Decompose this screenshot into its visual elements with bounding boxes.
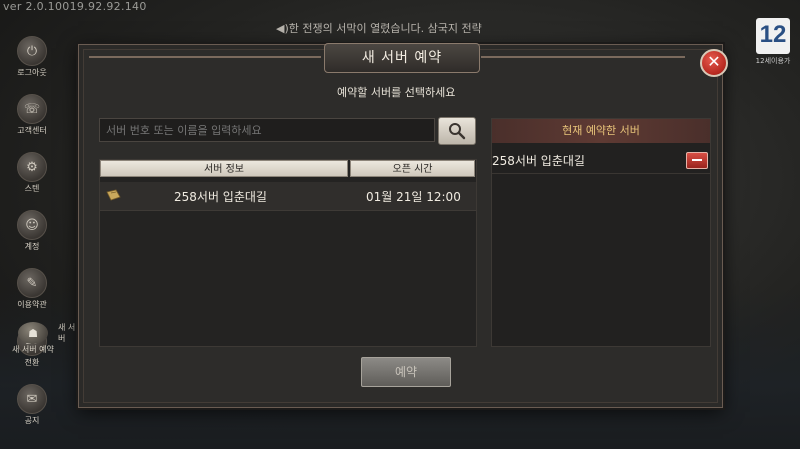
settings-icon: ⚙ <box>17 152 47 182</box>
age-rating-badge: 12 12세이용가 <box>752 18 794 65</box>
side-item-label: 공지 <box>24 416 40 425</box>
close-icon: ✕ <box>707 52 721 71</box>
column-header-open-time: 오픈 시간 <box>350 160 475 177</box>
ticket-icon <box>106 189 121 201</box>
title-rule-right <box>481 56 685 58</box>
age-rating-caption: 12세이용가 <box>755 57 791 65</box>
side-item-label: 스텐 <box>24 184 40 193</box>
notice-ticker: ◀)한 전쟁의 서막이 열렸습니다. 삼국지 전략 <box>276 22 482 35</box>
side-item-settings[interactable]: ⚙ 스텐 <box>8 152 56 204</box>
server-name: 258서버 입춘대길 <box>174 190 267 204</box>
server-row[interactable]: 258서버 입춘대길 01월 21일 12:00 <box>100 182 476 211</box>
close-button[interactable]: ✕ <box>700 49 728 77</box>
age-rating-box: 12 <box>756 18 790 54</box>
notice-icon: ✉ <box>17 384 47 414</box>
side-item-label: 로그아웃 <box>17 68 47 77</box>
terms-icon: ✎ <box>17 268 47 298</box>
side-item-label: 계정 <box>24 242 40 251</box>
support-icon: ☏ <box>17 94 47 124</box>
dialog-subtitle: 예약할 서버를 선택하세요 <box>337 86 456 99</box>
search-icon <box>449 123 466 140</box>
new-server-label: 새 서버 <box>58 323 76 343</box>
side-item-label: 이용약관 <box>17 300 47 309</box>
side-item-logout[interactable]: ⏻ 로그아웃 <box>8 36 56 88</box>
account-icon: ☺ <box>17 210 47 240</box>
side-item-label: 전환 <box>24 358 40 367</box>
new-server-icon: ☗ <box>18 322 48 344</box>
remove-reservation-button[interactable] <box>686 152 708 169</box>
side-item-support[interactable]: ☏ 고객센터 <box>8 94 56 146</box>
server-search-input[interactable] <box>99 118 435 142</box>
reserved-server-panel: 현재 예약한 서버 258서버 입춘대길 <box>491 118 711 347</box>
age-rating-number: 12 <box>759 21 787 48</box>
side-item-account[interactable]: ☺ 계정 <box>8 210 56 262</box>
logout-icon: ⏻ <box>17 36 47 66</box>
side-item-terms[interactable]: ✎ 이용약관 <box>8 268 56 320</box>
dialog-title: 새 서버 예약 <box>324 43 480 73</box>
new-server-reserve-label: 새 서버 예약 <box>12 345 54 354</box>
column-header-server-info: 서버 정보 <box>100 160 348 177</box>
version-label: ver 2.0.10019.92.92.140 <box>3 0 147 13</box>
reserved-server-item: 258서버 입춘대길 <box>492 147 710 174</box>
side-item-notice[interactable]: ✉ 공지 <box>8 384 56 436</box>
side-menu: ⏻ 로그아웃 ☏ 고객센터 ⚙ 스텐 ☺ 계정 ✎ 이용약관 20 전환 ✉ 공… <box>8 30 56 436</box>
server-open-time: 01월 21일 12:00 <box>366 190 461 204</box>
server-list-panel: 서버 정보 오픈 시간 258서버 입춘대길 01월 21일 12:00 <box>99 159 477 347</box>
reserved-server-name: 258서버 입춘대길 <box>492 154 585 168</box>
side-item-label: 고객센터 <box>17 126 47 135</box>
new-server-reservation-dialog: 새 서버 예약 ✕ 예약할 서버를 선택하세요 서버 정보 오픈 시간 258서… <box>78 43 728 408</box>
reserved-header: 현재 예약한 서버 <box>492 119 710 143</box>
title-rule-left <box>89 56 321 58</box>
search-button[interactable] <box>438 117 476 145</box>
reserve-button[interactable]: 예약 <box>361 357 451 387</box>
